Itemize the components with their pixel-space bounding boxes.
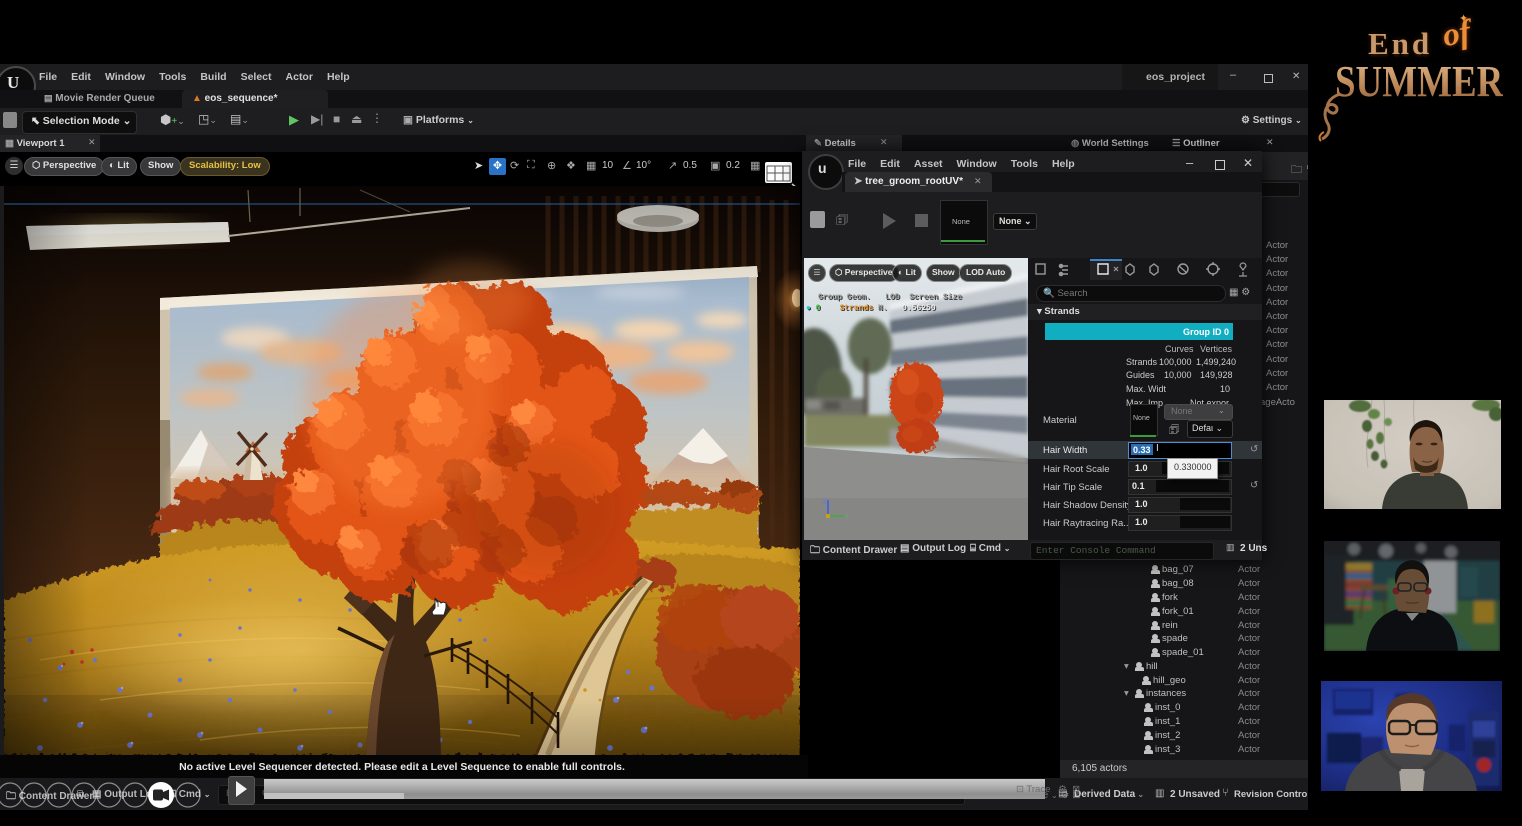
svg-text:Z: Z bbox=[823, 500, 827, 506]
svg-text:Y: Y bbox=[845, 515, 849, 521]
